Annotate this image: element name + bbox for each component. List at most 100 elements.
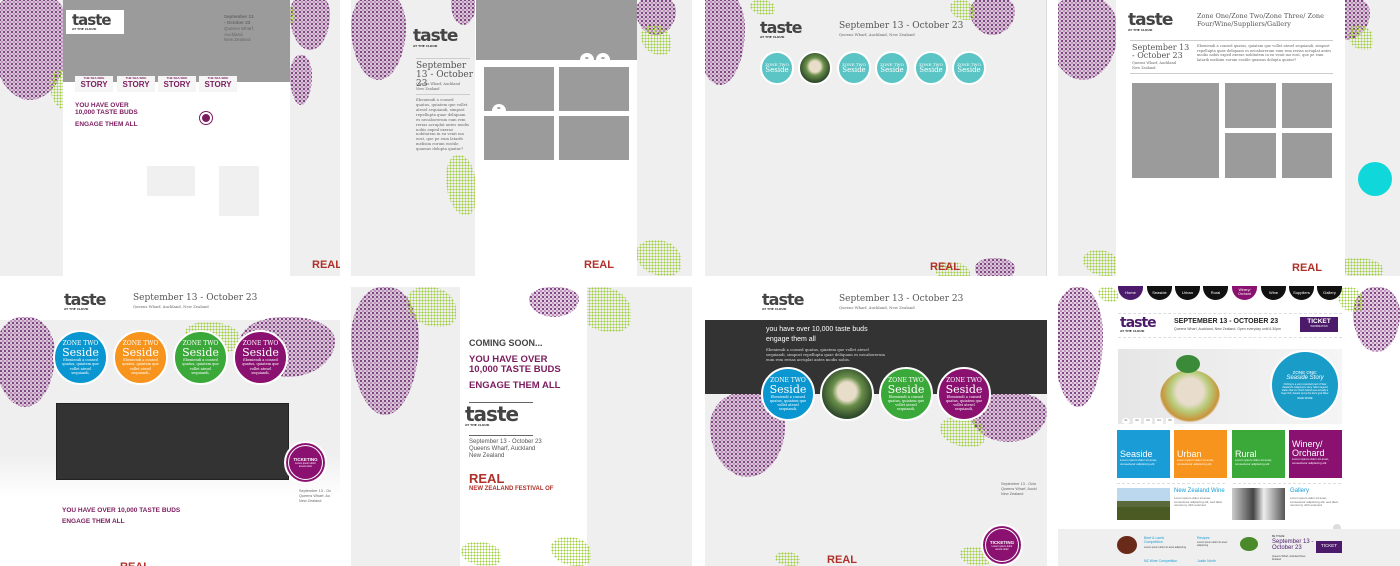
zone-circle[interactable]: ZONE TWO Seside bbox=[837, 51, 871, 85]
image-placeholder bbox=[484, 116, 554, 160]
mockup-5: taste AT THE CLOUD September 13 - October… bbox=[0, 287, 340, 566]
story-tab[interactable]: THE SEA SIDE STORY bbox=[199, 76, 237, 92]
vine-leaf-illustration bbox=[641, 25, 671, 55]
text-block bbox=[1233, 483, 1341, 484]
text-block: Ebeniendi a consed quatus, quiatem que v… bbox=[62, 358, 99, 375]
text-block: 10,000 TASTE BUDS bbox=[75, 109, 138, 117]
text-block bbox=[416, 94, 470, 95]
text-block: Ebeniendi a consed quatus, quiatem que v… bbox=[242, 358, 279, 375]
zone-circle[interactable]: ZONE TWO Seside bbox=[875, 51, 909, 85]
real-festival-logo: REAL bbox=[930, 262, 960, 273]
zone-circle-seaside[interactable]: ZONE TWO Seside Ebeniendi a consed quatus,… bbox=[761, 367, 815, 421]
image-placeholder bbox=[1282, 133, 1332, 178]
real-festival-logo: REAL bbox=[827, 555, 857, 566]
story-tab[interactable]: THE SEA SIDE STORY bbox=[75, 76, 113, 92]
zone-circle[interactable]: ZONE TWO Seside bbox=[914, 51, 948, 85]
food-photo[interactable] bbox=[798, 51, 832, 85]
text-block: Ebeniendi a consed quatus, quiatem que v… bbox=[887, 394, 925, 412]
zone-circle-seaside[interactable]: ZONE TWO Seside Ebeniendi a consed quatus,… bbox=[53, 330, 108, 385]
footer-item[interactable] bbox=[1117, 536, 1137, 554]
text-block bbox=[1130, 40, 1333, 41]
text-block: SEPTEMBER 13 - OCTOBER 23 bbox=[1174, 318, 1279, 325]
text-block: READ MORE bbox=[1297, 397, 1313, 400]
text-block: REAL bbox=[469, 471, 505, 486]
zone-circle-rural[interactable]: ZONE TWO Seside Ebeniendi a consed quatus,… bbox=[173, 330, 228, 385]
taste-logo[interactable]: taste AT THE CLOUD bbox=[64, 292, 106, 311]
pager-button[interactable]: 02 bbox=[596, 53, 610, 63]
slide-pager[interactable]: 01 02 03 04 05 bbox=[1122, 418, 1174, 424]
text-block bbox=[219, 166, 259, 216]
image-placeholder bbox=[1132, 83, 1219, 178]
back-to-top-button[interactable] bbox=[1333, 524, 1341, 529]
text-block bbox=[1117, 483, 1225, 484]
text-block: Seside bbox=[957, 66, 981, 74]
feature-link-wine[interactable]: New Zealand Wine bbox=[1174, 488, 1225, 494]
text-block: 03 bbox=[1144, 418, 1152, 424]
text-block: Queens Wharf, Auckland New Zealand bbox=[1272, 555, 1306, 561]
zone-circle-urban[interactable]: ZONE TWO Seside Ebeniendi a consed quatus,… bbox=[113, 330, 168, 385]
hero-food-photo bbox=[1160, 370, 1220, 424]
text-block: Seside bbox=[122, 346, 159, 360]
text-block: 01 bbox=[1122, 418, 1130, 424]
story-tab[interactable]: THE SEA SIDE STORY bbox=[158, 76, 196, 92]
taste-logo[interactable]: taste AT THE CLOUD bbox=[72, 13, 112, 31]
text-block: REAL bbox=[1292, 262, 1322, 274]
text-block: Ebeniendi a consed quatus, quiatem que v… bbox=[122, 358, 159, 375]
text-block: New Zealand bbox=[224, 37, 251, 43]
action-circle[interactable] bbox=[1358, 162, 1392, 196]
gallery-photo[interactable] bbox=[1232, 488, 1285, 520]
main-nav[interactable]: Zone One/Zone Two/Zone Three/ Zone Four/… bbox=[1197, 12, 1327, 28]
story-tab[interactable]: THE SEA SIDE STORY bbox=[117, 76, 155, 92]
footer-ticket-button[interactable]: TICKET bbox=[1316, 541, 1342, 553]
text-block: September 13 - Oc Queens Wharf, Au New Zea… bbox=[299, 489, 331, 504]
zone-circle[interactable]: ZONE TWO Seside bbox=[952, 51, 986, 85]
feature-link-gallery[interactable]: Gallery bbox=[1290, 488, 1309, 494]
text-block: Lorem ipsum dolor sit amet, consectetur … bbox=[1177, 458, 1215, 466]
zone-circle-rural[interactable]: ZONE TWO Seside Ebeniendi a consed quatus,… bbox=[879, 367, 933, 421]
text-block: 04 bbox=[1155, 418, 1163, 424]
taste-logo[interactable]: taste AT THE CLOUD bbox=[465, 404, 519, 427]
text-block: Lorem ipsum dolor sit amet adipiscing bbox=[1197, 541, 1228, 547]
text-block: REAL bbox=[312, 259, 340, 271]
pager-button[interactable]: 01 bbox=[580, 53, 594, 63]
taste-logo[interactable]: taste AT THE CLOUD bbox=[762, 292, 804, 311]
tile-seaside[interactable]: Seaside Lorem ipsum dolor sit amet, conse… bbox=[1117, 430, 1170, 478]
headline: YOU HAVE OVER 10,000 TASTE BUDS ENGAGE THE… bbox=[469, 354, 561, 391]
food-photo[interactable] bbox=[820, 367, 874, 421]
text-block: September 13- October 23 Queens Wharf, Auc… bbox=[224, 14, 274, 43]
taste-logo[interactable]: taste AT THE CLOUD bbox=[760, 20, 802, 39]
ticketing-button[interactable]: TICKETING Lorem ipsum dolor amunt dolor bbox=[981, 524, 1023, 566]
text-block: Justin North bbox=[1197, 559, 1216, 563]
text-block bbox=[1118, 313, 1342, 314]
zone-circle-winery[interactable]: ZONE TWO Seside Ebeniendi a consed quatus,… bbox=[233, 330, 288, 385]
taste-logo[interactable]: taste AT THE CLOUD bbox=[413, 26, 458, 48]
text-block: Ebeniendi a consed quatus, quiatem que v… bbox=[1197, 44, 1332, 63]
ticket-info-button[interactable]: TICKET INFORMATION bbox=[1300, 317, 1338, 332]
vineyard-photo[interactable] bbox=[1117, 488, 1170, 520]
taste-logo[interactable]: taste AT THE CLOUD bbox=[1120, 316, 1157, 333]
taste-logo[interactable]: taste AT THE CLOUD bbox=[1128, 12, 1173, 32]
hero-zone-circle[interactable]: ZONE ONE: Seaside Story Fishing is a very … bbox=[1270, 350, 1340, 420]
text-block: September 13 - October 23 bbox=[133, 293, 258, 303]
real-festival-subtitle: NEW ZEALAND FESTIVAL OF bbox=[469, 486, 554, 492]
text-block: 05 bbox=[1166, 418, 1174, 424]
text-block: Seside bbox=[887, 382, 925, 396]
text-block: Ebeniendi a consed quatus, quiatem que v… bbox=[769, 394, 807, 412]
zone-circle-winery[interactable]: ZONE TWO Seside Ebeniendi a consed quatus,… bbox=[937, 367, 991, 421]
text-block: New Zealand bbox=[299, 498, 322, 503]
text-block: REAL bbox=[930, 261, 960, 273]
text-block: Queens Wharf, Auckland, New Zealand bbox=[839, 305, 915, 310]
text-block: REAL bbox=[120, 561, 150, 566]
text-block: STORY bbox=[122, 80, 150, 89]
tile-winery[interactable]: Winery/ Orchard Lorem ipsum dolor sit ame… bbox=[1289, 430, 1342, 478]
ticketing-button[interactable]: TICKETING Lorem ipsum dolor amunt dolor bbox=[284, 441, 327, 484]
mockup-2: 01 02 taste AT THE CLOUD September 13 - O… bbox=[351, 0, 692, 276]
zone-circle[interactable]: ZONE TWO Seside bbox=[760, 51, 794, 85]
tile-urban[interactable]: Urban Lorem ipsum dolor sit amet, consect… bbox=[1174, 430, 1227, 478]
text-block: taste bbox=[413, 26, 458, 46]
scroll-dot[interactable] bbox=[200, 112, 212, 124]
tile-rural[interactable]: Rural Lorem ipsum dolor sit amet, consect… bbox=[1232, 430, 1285, 478]
text-block: Ebeniendi a consed quatus, quiatem que v… bbox=[945, 394, 983, 412]
video-placeholder[interactable] bbox=[56, 403, 289, 480]
text-block: Lorem ipsum dolor sit amet, consectetur … bbox=[1292, 457, 1330, 465]
